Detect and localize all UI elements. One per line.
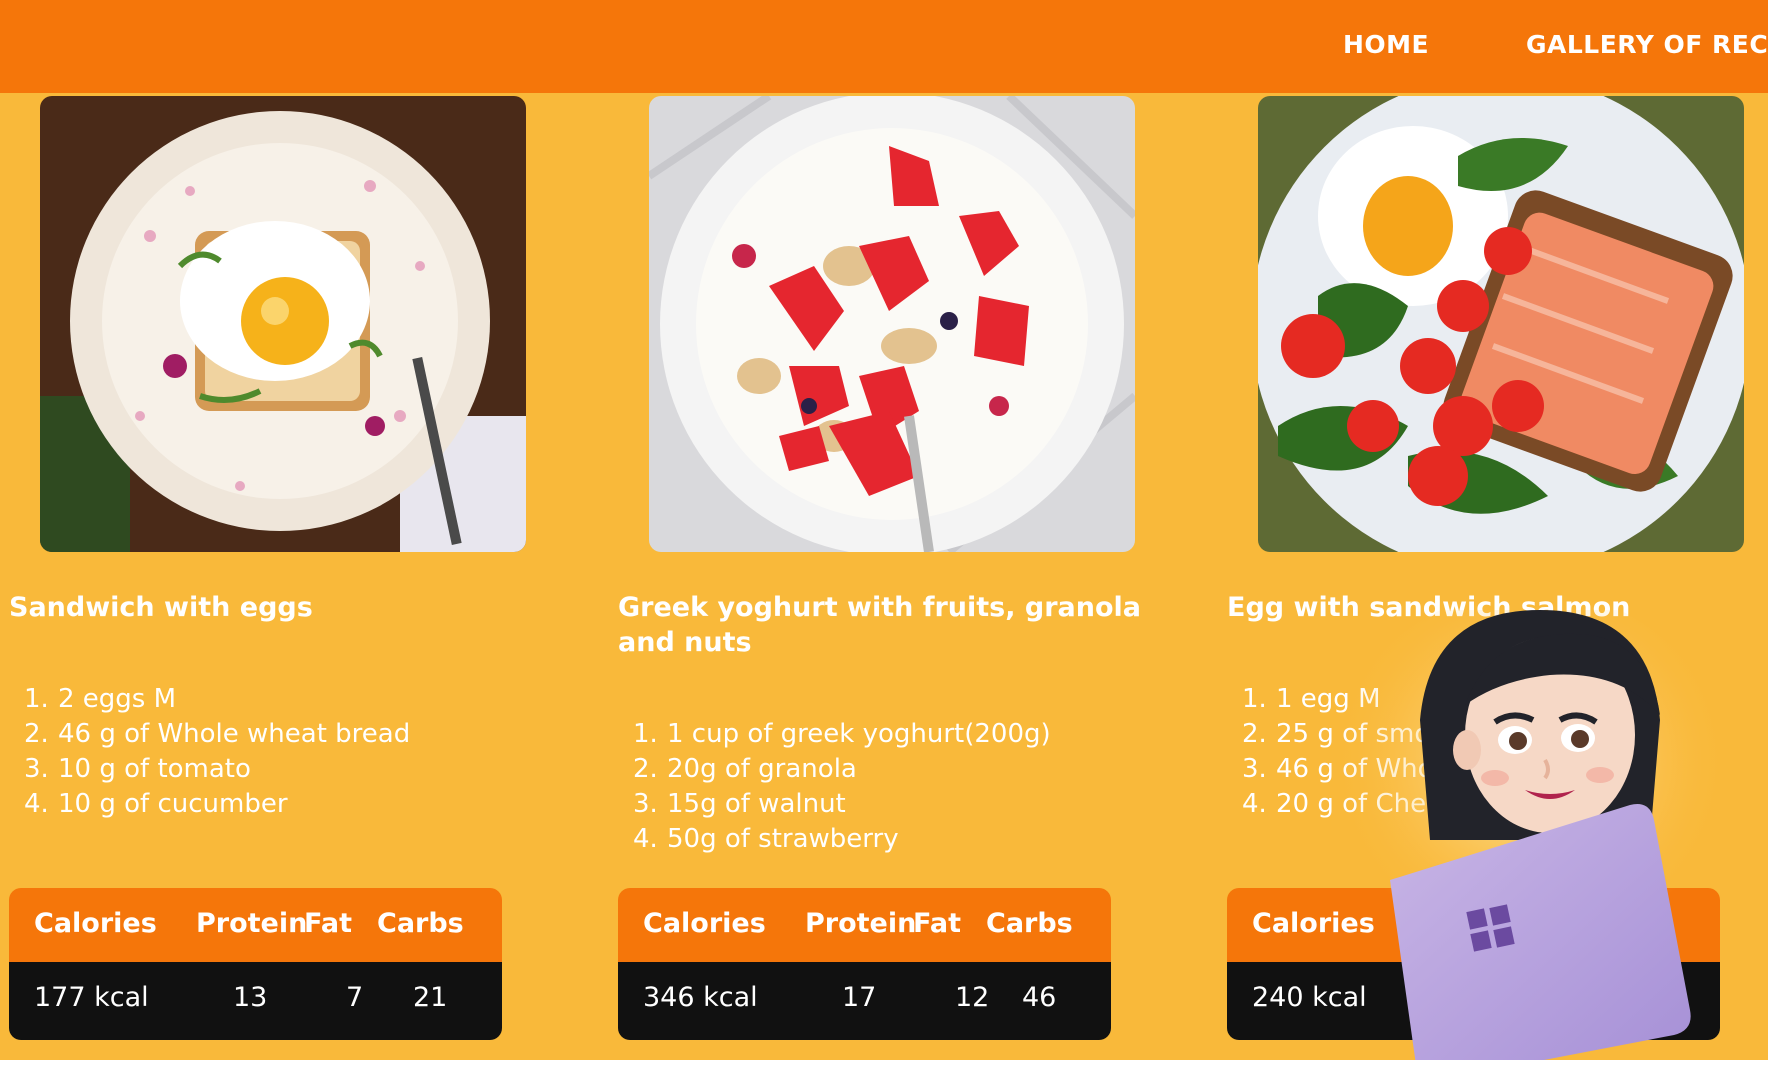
value-calories: 346 kcal	[643, 982, 758, 1013]
ingredient-item: 1. 1 cup of greek yoghurt(200g)	[633, 719, 1051, 749]
value-carbs: 21	[413, 982, 448, 1013]
ingredient-item: 4. 50g of strawberry	[633, 824, 899, 854]
person-with-laptop-avatar-icon	[1330, 590, 1768, 1060]
header-protein: Protein	[196, 908, 308, 939]
ingredient-item: 4. 10 g of cucumber	[24, 789, 288, 819]
recipe-title: Greek yoghurt with fruits, granola and n…	[618, 592, 1142, 658]
recipe-image-sandwich	[40, 96, 526, 552]
value-protein: 17	[842, 982, 877, 1013]
header-fat: Fat	[304, 908, 352, 939]
nutrition-header-row: Calories Protein Fat Carbs	[9, 888, 502, 962]
value-fat: 12	[955, 982, 990, 1013]
nutrition-table: Calories Protein Fat Carbs 177 kcal 13 7…	[9, 888, 502, 1040]
header-calories: Calories	[643, 908, 766, 939]
nutrition-header-row: Calories Protein Fat Carbs	[618, 888, 1111, 962]
nutrition-value-row: 346 kcal 17 12 46	[618, 962, 1111, 1040]
recipe-card-yoghurt: Greek yoghurt with fruits, granola and n…	[609, 96, 1169, 1056]
ingredient-list: 1. 2 eggs M 2. 46 g of Whole wheat bread 3…	[24, 682, 410, 822]
ingredient-item: 2. 20g of granola	[633, 754, 857, 784]
value-calories: 177 kcal	[34, 982, 149, 1013]
nav-gallery-link[interactable]: GALLERY OF RECIPE	[1526, 30, 1768, 59]
ingredient-item: 2. 46 g of Whole wheat bread	[24, 719, 411, 749]
header-protein: Protein	[805, 908, 917, 939]
header-calories: Calories	[34, 908, 157, 939]
header-carbs: Carbs	[986, 908, 1073, 939]
ingredient-item: 3. 10 g of tomato	[24, 754, 251, 784]
value-fat: 7	[346, 982, 364, 1013]
recipe-card-sandwich: Sandwich with eggs 1. 2 eggs M 2. 46 g of …	[0, 96, 560, 1056]
recipe-image-salmon	[1258, 96, 1744, 552]
recipe-title: Sandwich with eggs	[9, 592, 313, 623]
header-carbs: Carbs	[377, 908, 464, 939]
header-fat: Fat	[913, 908, 961, 939]
value-protein: 13	[233, 982, 268, 1013]
value-carbs: 46	[1022, 982, 1057, 1013]
ingredient-list: 1. 1 cup of greek yoghurt(200g) 2. 20g of …	[633, 717, 1051, 857]
nav-home-link[interactable]: HOME	[1343, 30, 1429, 59]
recipe-image-yoghurt	[649, 96, 1135, 552]
top-navbar: HOME GALLERY OF RECIPE	[0, 0, 1768, 93]
nutrition-table: Calories Protein Fat Carbs 346 kcal 17 1…	[618, 888, 1111, 1040]
ingredient-item: 1. 2 eggs M	[24, 684, 177, 714]
ingredient-item: 3. 15g of walnut	[633, 789, 846, 819]
nutrition-value-row: 177 kcal 13 7 21	[9, 962, 502, 1040]
recipe-page: HOME GALLERY OF RECIPE	[0, 0, 1768, 1060]
